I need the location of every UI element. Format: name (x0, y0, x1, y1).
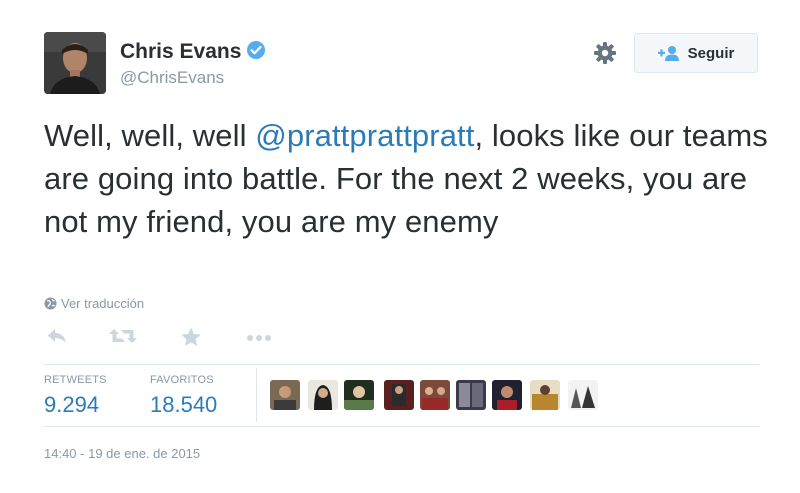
favorites-count[interactable]: 18.540 (150, 392, 217, 418)
retweets-label[interactable]: RETWEETS (44, 374, 107, 386)
stats-separator (256, 368, 257, 422)
favoriter-avatar[interactable] (492, 380, 522, 410)
tweet-text-before: Well, well, well (44, 118, 256, 153)
reply-icon[interactable] (46, 326, 68, 346)
retweet-icon[interactable] (108, 326, 138, 346)
follow-icon (657, 45, 680, 61)
favoriter-avatar[interactable] (530, 380, 560, 410)
author-name-row[interactable]: Chris Evans (120, 40, 266, 66)
tweet-text: Well, well, well @prattprattpratt, looks… (44, 114, 774, 243)
translate-label: Ver traducción (61, 296, 145, 311)
favoriter-avatar[interactable] (344, 380, 374, 410)
follow-button[interactable]: Seguir (634, 33, 758, 73)
author-name[interactable]: Chris Evans (120, 40, 241, 63)
tweet-timestamp[interactable]: 14:40 - 19 de ene. de 2015 (44, 446, 200, 461)
translate-link[interactable]: Ver traducción (44, 296, 144, 311)
gear-icon[interactable] (592, 40, 618, 66)
avatar-image (44, 32, 106, 94)
favoriter-avatar[interactable] (308, 380, 338, 410)
star-icon[interactable] (180, 326, 202, 348)
favoriter-avatar[interactable] (384, 380, 414, 410)
stats-bottom-divider (44, 426, 760, 427)
more-icon[interactable] (246, 334, 272, 342)
favoriter-avatar[interactable] (420, 380, 450, 410)
mention-link[interactable]: @prattprattpratt (255, 118, 474, 153)
favoriter-avatar[interactable] (568, 380, 598, 410)
favorites-label[interactable]: FAVORITOS (150, 374, 214, 386)
follow-label: Seguir (687, 44, 735, 62)
stats-top-divider (44, 364, 760, 365)
verified-badge-icon (246, 40, 266, 66)
favoriter-avatar[interactable] (270, 380, 300, 410)
globe-icon (44, 297, 57, 310)
retweets-count[interactable]: 9.294 (44, 392, 99, 418)
favoriter-avatar[interactable] (456, 380, 486, 410)
avatar[interactable] (44, 32, 106, 94)
author-handle[interactable]: @ChrisEvans (120, 68, 224, 88)
